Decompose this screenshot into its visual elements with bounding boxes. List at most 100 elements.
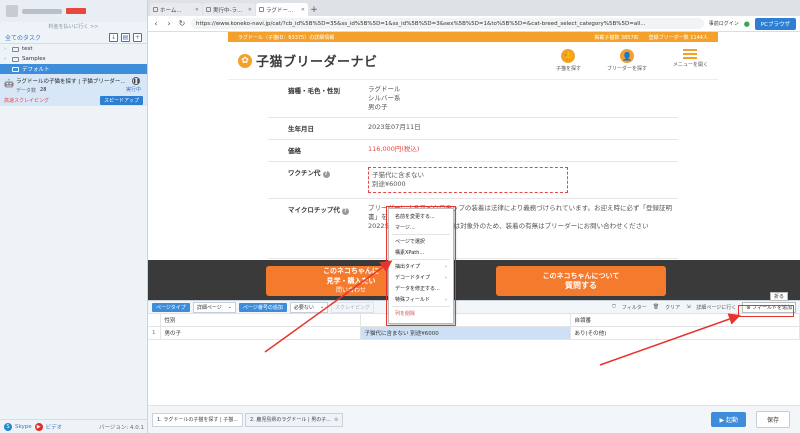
go-detail-button[interactable]: 詳細ページに行く: [696, 304, 736, 311]
browser-tab-ragdoll[interactable]: ラグドー... ✕: [256, 3, 308, 16]
all-tasks-title[interactable]: 全てのタスク: [5, 33, 106, 42]
forward-icon[interactable]: ›: [165, 19, 173, 28]
new-tab-icon[interactable]: +: [309, 3, 319, 16]
vaccine-value[interactable]: 子猫代に含まない 別途¥6000: [368, 167, 568, 193]
table-cell[interactable]: 男の子: [160, 326, 361, 340]
save-button[interactable]: 保存: [755, 411, 790, 428]
speed-up-button[interactable]: スピードアップ: [99, 95, 143, 105]
link-icon[interactable]: ⇲: [686, 304, 690, 310]
tab-label: ラグドー...: [266, 7, 294, 14]
bottom-bar: 1. ラグドールの子猫を探す | 子猫... 2. 鹿児島県のラグドール | 男…: [148, 405, 800, 433]
step-tab-2[interactable]: 2. 鹿児島県のラグドール | 男の子... ⊗: [245, 412, 344, 427]
detail-row: 生年月日 2023年07月11日: [268, 118, 678, 140]
app-window: 料金を払いに行く >> 全てのタスク ↓ ▤ + › test › Sample…: [0, 0, 800, 433]
cta-line: たい: [361, 277, 376, 285]
skype-icon[interactable]: S: [4, 422, 12, 431]
avatar[interactable]: [6, 5, 18, 17]
step-tab-1[interactable]: 1. ラグドールの子猫を探す | 子猫...: [152, 412, 243, 427]
nav-find-breeder[interactable]: 👤 ブリーダーを探す: [607, 49, 647, 72]
menu-item-rename[interactable]: 名前を変更する...: [389, 211, 453, 222]
folder-default[interactable]: ⌄ デフォルト: [0, 64, 147, 74]
pc-browser-button[interactable]: PCブラウザ: [754, 17, 796, 30]
site-logo[interactable]: ✿ 子猫ブリーダーナビ: [238, 51, 378, 70]
filter-icon[interactable]: ⛉: [612, 304, 616, 310]
filter-button[interactable]: フィルター: [622, 304, 647, 311]
row-label-wrap: ワクチン代?: [268, 167, 368, 193]
menu-item-decode-type[interactable]: デコードタイプ ›: [389, 272, 453, 283]
menu-item-xpath[interactable]: 構素XPath...: [389, 247, 453, 258]
close-icon[interactable]: ⊗: [334, 417, 338, 423]
table-header: 性別 自領番: [148, 314, 800, 327]
ask-question-button[interactable]: このネコちゃんについて 質問する: [496, 266, 666, 296]
skype-link[interactable]: Skype: [15, 424, 32, 430]
upgrade-link[interactable]: 料金を払いに行く >>: [0, 22, 147, 32]
price-value[interactable]: 116,000円(税込): [368, 145, 678, 156]
row-value[interactable]: 2023年07月11日: [368, 123, 678, 134]
nav-find-kitten[interactable]: 🐈 子猫を探す: [556, 49, 581, 72]
annotation-box: [738, 305, 794, 317]
row-label: 生年月日: [288, 125, 314, 133]
version-label: バージョン: 4.0.1: [99, 424, 144, 431]
run-button[interactable]: ▶ 起動: [711, 412, 746, 427]
back-icon[interactable]: ‹: [152, 19, 160, 28]
menu-divider: [392, 259, 450, 260]
nav-menu[interactable]: メニューを開く: [673, 49, 708, 72]
menu-item-select-on-page[interactable]: ページで選択: [389, 236, 453, 247]
video-link[interactable]: ビデオ: [46, 423, 63, 431]
close-icon[interactable]: ✕: [248, 7, 252, 13]
add-task-icon[interactable]: +: [133, 33, 142, 42]
menu-item-label: デコードタイプ: [395, 275, 431, 281]
close-icon[interactable]: ✕: [301, 7, 305, 13]
video-icon[interactable]: ▶: [34, 422, 43, 431]
scraping-select[interactable]: スクレイピング: [331, 301, 375, 313]
trash-icon[interactable]: 🗑: [653, 304, 659, 310]
clear-button[interactable]: クリア: [665, 304, 680, 311]
task-item[interactable]: 🤖 ラグドールの子猫を探す | 子猫ブリーダー... データ数 28 ❚❚ 実行…: [0, 74, 147, 106]
folder-icon: [12, 66, 19, 72]
chevron-right-icon: ›: [445, 274, 447, 281]
cta-line-wrap: 見学・購入たい: [327, 276, 376, 286]
records-count: 28: [40, 87, 47, 93]
row-index: 1: [148, 326, 161, 340]
folder-samples[interactable]: › Samples: [0, 54, 147, 64]
table-cell[interactable]: あり(その他): [570, 326, 800, 340]
browser-tab-running[interactable]: 実行中-ラ... ✕: [203, 3, 255, 16]
pause-icon[interactable]: ❚❚: [132, 77, 140, 85]
folder-test[interactable]: › test: [0, 44, 147, 54]
detail-row: ワクチン代? 子猫代に含まない 別途¥6000: [268, 162, 678, 199]
new-folder-icon[interactable]: ▤: [121, 33, 130, 42]
reload-icon[interactable]: ↻: [178, 19, 186, 28]
table-cell-selected[interactable]: 子猫代に含まない 別途¥6000: [360, 326, 571, 340]
url-input[interactable]: https://www.koneko-navi.jp/cat/?cb_id%5B…: [191, 18, 704, 29]
menu-item-extract-type[interactable]: 抽出タイプ ›: [389, 261, 453, 272]
menu-item-merge[interactable]: マージ...: [389, 222, 453, 233]
chevron-right-icon: ›: [445, 296, 447, 303]
task-toolbar: 全てのタスク ↓ ▤ +: [0, 32, 147, 44]
chevron-down-icon: ⌄: [227, 303, 232, 310]
cta-banner: [148, 260, 800, 300]
robot-icon: 🤖: [4, 79, 14, 88]
page-number-select[interactable]: 必要ない ⌄: [289, 301, 329, 313]
help-icon[interactable]: ?: [322, 171, 330, 178]
collapse-button[interactable]: 折る: [769, 292, 788, 301]
column-header[interactable]: 性別: [160, 314, 361, 327]
browser-tabbar: ホーム... ✕ 実行中-ラ... ✕ ラグドー... ✕ +: [148, 0, 800, 16]
index-header: [148, 314, 161, 327]
row-value-wrap: 子猫代に含まない 別途¥6000: [368, 167, 678, 193]
menu-item-modify-data[interactable]: データを修正する...: [389, 283, 453, 294]
page-type-select[interactable]: 詳細ページ ⌄: [192, 301, 236, 313]
cta-line: このネコちゃんについて: [542, 272, 620, 280]
help-icon[interactable]: ?: [341, 208, 349, 215]
menu-item-special-field[interactable]: 特殊フィールド ›: [389, 294, 453, 305]
folder-label: test: [22, 46, 33, 52]
browser-tab-home[interactable]: ホーム... ✕: [150, 3, 202, 16]
page-icon: [153, 7, 158, 12]
row-value[interactable]: ラグドール シルバー系 男の子: [368, 85, 678, 112]
paw-icon: ✿: [238, 53, 252, 68]
person-icon: 👤: [619, 49, 634, 63]
pre-login-button[interactable]: 事前ログイン: [709, 20, 739, 27]
menu-item-delete-column[interactable]: 列を削除: [389, 308, 453, 319]
close-icon[interactable]: ✕: [195, 7, 199, 13]
account-header[interactable]: [0, 0, 147, 22]
import-icon[interactable]: ↓: [109, 33, 118, 42]
